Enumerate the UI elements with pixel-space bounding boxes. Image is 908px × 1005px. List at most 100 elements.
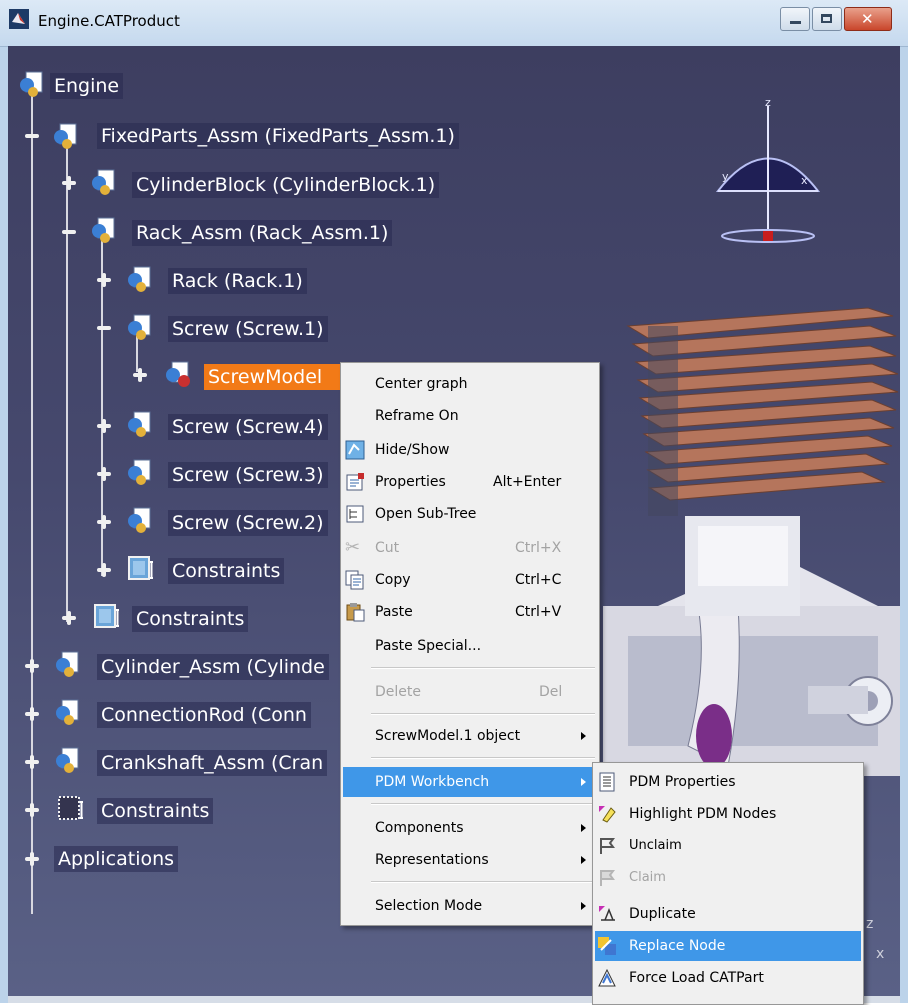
submenu-item-highlight-pdm-nodes[interactable]: Highlight PDM Nodes xyxy=(595,799,861,829)
scissors-icon: ✂ xyxy=(345,537,361,558)
tree-node[interactable]: Screw (Screw.1) xyxy=(168,316,328,342)
expand-icon[interactable] xyxy=(62,176,76,190)
compass-z-label: z xyxy=(765,96,771,109)
force-load-icon xyxy=(598,968,616,987)
menu-separator xyxy=(371,713,595,715)
part-icon[interactable] xyxy=(164,360,192,388)
product-icon[interactable] xyxy=(52,122,80,150)
constraints-icon[interactable] xyxy=(126,554,154,582)
expand-icon[interactable] xyxy=(25,707,39,721)
menu-item-paste-special[interactable]: Paste Special... xyxy=(343,631,597,661)
claim-flag-icon xyxy=(600,870,615,886)
expand-icon[interactable] xyxy=(62,611,76,625)
title-bar[interactable]: Engine.CATProduct ✕ xyxy=(0,0,908,47)
maximize-icon xyxy=(821,14,832,23)
expand-icon[interactable] xyxy=(25,659,39,673)
product-icon[interactable] xyxy=(18,70,46,98)
unclaim-flag-icon xyxy=(600,838,615,854)
menu-item-reframe-on[interactable]: Reframe On xyxy=(343,401,597,431)
submenu-item-force-load-catpart[interactable]: Force Load CATPart xyxy=(595,963,861,993)
menu-item-cut[interactable]: ✂ Cut Ctrl+X xyxy=(343,533,597,563)
expand-icon[interactable] xyxy=(97,515,111,529)
pdm-submenu: PDM Properties Highlight PDM Nodes Uncla… xyxy=(592,762,864,1005)
tree-node[interactable]: Constraints xyxy=(168,558,285,584)
submenu-item-duplicate[interactable]: Duplicate xyxy=(595,899,861,929)
replace-node-icon xyxy=(598,937,616,955)
minimize-icon xyxy=(790,21,801,24)
collapse-icon[interactable] xyxy=(25,129,39,143)
tree-node[interactable]: Screw (Screw.2) xyxy=(168,510,328,536)
product-icon[interactable] xyxy=(90,168,118,196)
close-button[interactable]: ✕ xyxy=(844,7,892,31)
compass-x-label: x xyxy=(801,174,808,187)
menu-separator xyxy=(371,667,595,669)
expand-icon[interactable] xyxy=(97,563,111,577)
menu-item-object[interactable]: ScrewModel.1 object xyxy=(343,721,597,751)
product-icon[interactable] xyxy=(126,458,154,486)
product-icon[interactable] xyxy=(126,313,154,341)
tree-node-root[interactable]: Engine xyxy=(50,73,124,99)
collapse-icon[interactable] xyxy=(97,321,111,335)
menu-item-delete[interactable]: Delete Del xyxy=(343,677,597,707)
menu-item-copy[interactable]: Copy Ctrl+C xyxy=(343,565,597,595)
tree-node[interactable]: CylinderBlock (CylinderBlock.1) xyxy=(132,172,440,198)
menu-item-selection-mode[interactable]: Selection Mode xyxy=(343,891,597,921)
tree-node[interactable]: Screw (Screw.4) xyxy=(168,414,328,440)
tree-node[interactable]: Applications xyxy=(54,846,179,872)
product-icon[interactable] xyxy=(54,650,82,678)
product-icon[interactable] xyxy=(54,698,82,726)
tree-node[interactable]: Screw (Screw.3) xyxy=(168,462,328,488)
menu-item-center-graph[interactable]: Center graph xyxy=(343,369,597,399)
tree-node[interactable]: FixedParts_Assm (FixedParts_Assm.1) xyxy=(97,123,459,149)
constraints-icon[interactable] xyxy=(56,794,84,822)
expand-icon[interactable] xyxy=(97,273,111,287)
menu-item-representations[interactable]: Representations xyxy=(343,845,597,875)
pdm-properties-icon xyxy=(599,772,615,792)
menu-separator xyxy=(371,757,595,759)
tree-node[interactable]: ConnectionRod (Conn xyxy=(97,702,311,728)
constraints-icon[interactable] xyxy=(92,602,120,630)
submenu-item-claim[interactable]: Claim xyxy=(595,863,861,893)
hide-show-icon xyxy=(345,440,365,460)
product-icon[interactable] xyxy=(90,216,118,244)
context-menu: Center graph Reframe On Hide/Show Proper… xyxy=(340,362,600,926)
product-icon[interactable] xyxy=(126,265,154,293)
menu-separator xyxy=(371,803,595,805)
expand-icon[interactable] xyxy=(25,852,39,866)
product-icon[interactable] xyxy=(54,746,82,774)
compass-y-label: y xyxy=(722,170,729,183)
minimize-button[interactable] xyxy=(780,7,810,31)
expand-icon[interactable] xyxy=(97,467,111,481)
tree-node[interactable]: Constraints xyxy=(132,606,249,632)
tree-line xyxy=(66,142,68,622)
tree-node[interactable]: Constraints xyxy=(97,798,214,824)
submenu-item-unclaim[interactable]: Unclaim xyxy=(595,831,861,861)
collapse-icon[interactable] xyxy=(62,225,76,239)
menu-separator xyxy=(371,881,595,883)
menu-item-components[interactable]: Components xyxy=(343,813,597,843)
menu-item-paste[interactable]: Paste Ctrl+V xyxy=(343,597,597,627)
menu-item-hide-show[interactable]: Hide/Show xyxy=(343,435,597,465)
menu-item-properties[interactable]: Properties Alt+Enter xyxy=(343,467,597,497)
tree-node[interactable]: Crankshaft_Assm (Cran xyxy=(97,750,328,776)
expand-icon[interactable] xyxy=(133,368,147,382)
tree-node[interactable]: Cylinder_Assm (Cylinde xyxy=(97,654,329,680)
submenu-item-replace-node[interactable]: Replace Node xyxy=(595,931,861,961)
catia-app-icon[interactable] xyxy=(8,8,30,30)
menu-item-open-sub-tree[interactable]: Open Sub-Tree xyxy=(343,499,597,529)
compass-widget[interactable]: y x z xyxy=(708,96,828,256)
copy-icon xyxy=(345,570,364,590)
expand-icon[interactable] xyxy=(25,755,39,769)
expand-icon[interactable] xyxy=(25,803,39,817)
maximize-button[interactable] xyxy=(812,7,842,31)
expand-icon[interactable] xyxy=(97,419,111,433)
menu-item-pdm-workbench[interactable]: PDM Workbench xyxy=(343,767,597,797)
paste-icon xyxy=(346,603,365,622)
tree-line xyxy=(31,94,33,914)
product-icon[interactable] xyxy=(126,410,154,438)
product-icon[interactable] xyxy=(126,506,154,534)
submenu-item-pdm-properties[interactable]: PDM Properties xyxy=(595,767,861,797)
tree-node[interactable]: Rack (Rack.1) xyxy=(168,268,307,294)
submenu-arrow-icon xyxy=(581,732,586,740)
tree-node[interactable]: Rack_Assm (Rack_Assm.1) xyxy=(132,220,393,246)
